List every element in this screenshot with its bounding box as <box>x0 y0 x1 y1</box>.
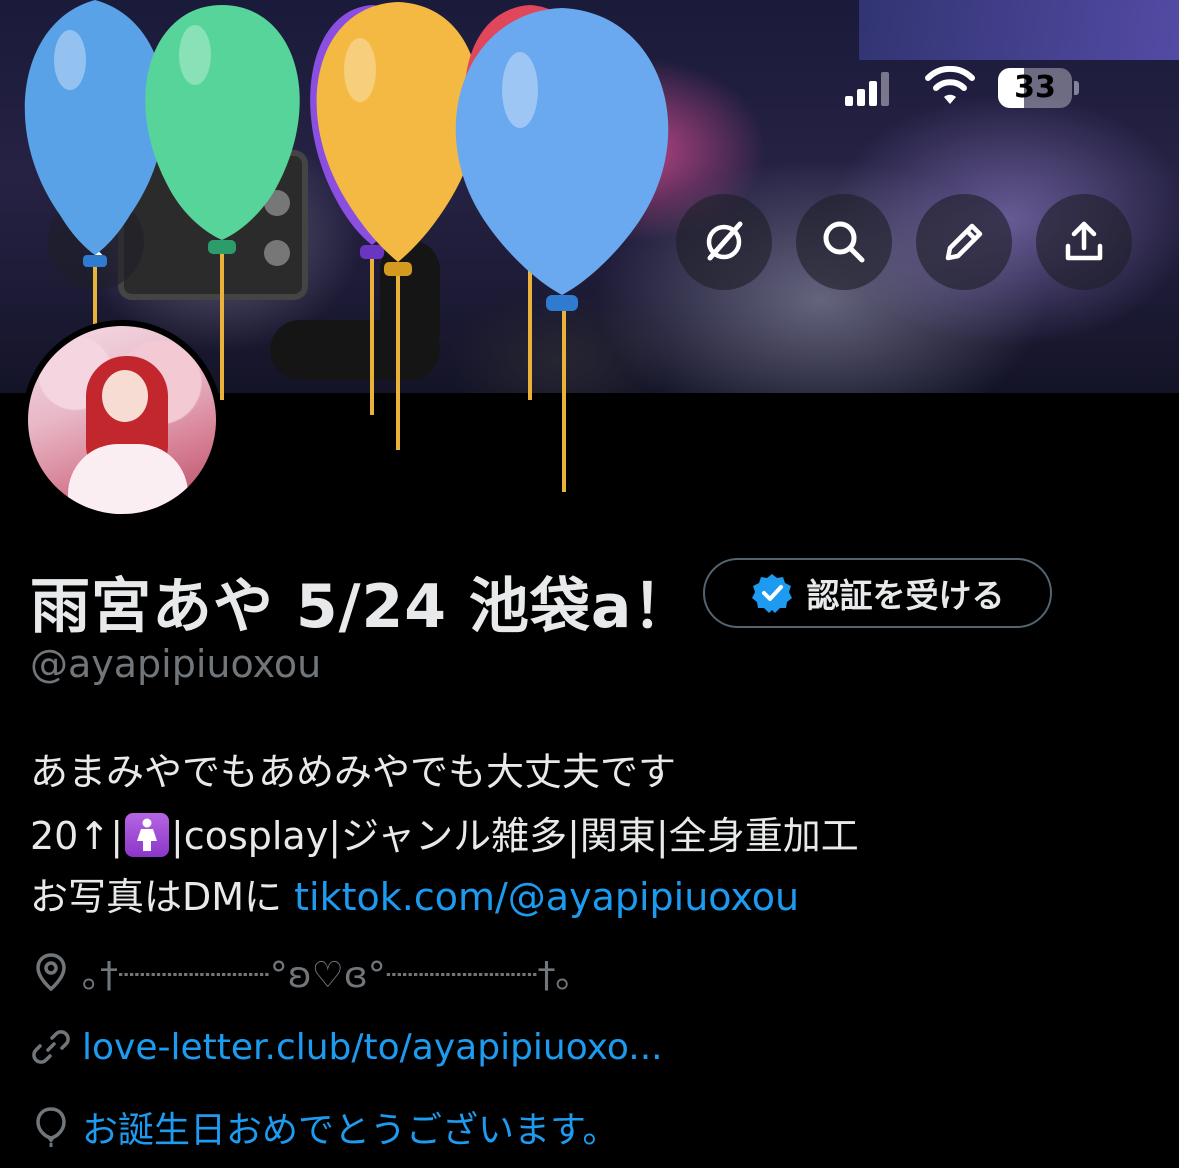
battery-level: 33 <box>1014 70 1056 105</box>
share-button[interactable] <box>1036 194 1132 290</box>
verified-badge-icon <box>751 574 792 613</box>
bio-line-3-prefix: お写真はDMに <box>30 875 295 919</box>
retro-tv <box>118 150 308 300</box>
get-verified-button[interactable]: 認証を受ける <box>703 558 1052 628</box>
neon-sign <box>859 0 1179 60</box>
search-icon <box>823 221 865 263</box>
user-handle: @ayapipiuoxou <box>30 642 322 686</box>
boot <box>380 240 440 360</box>
back-button[interactable] <box>48 194 144 290</box>
bio-line-2-suffix: |cosplay|ジャンル雑多|関東|全身重加工 <box>171 814 859 858</box>
bio-line-3: お写真はDMに tiktok.com/@ayapipiuoxou <box>30 866 799 921</box>
bio-line-2: 20↑| |cosplay|ジャンル雑多|関東|全身重加工 <box>30 805 859 860</box>
bio-tiktok-link[interactable]: tiktok.com/@ayapipiuoxou <box>294 875 799 919</box>
birthday-text[interactable]: お誕生日おめでとうございます。 <box>82 1101 618 1153</box>
search-button[interactable] <box>796 194 892 290</box>
edit-icon <box>945 223 983 261</box>
wifi-icon <box>925 66 975 104</box>
bio-line-1: あまみやでもあめみやでも大丈夫です <box>30 750 677 794</box>
birthday-row: お誕生日おめでとうございます。 <box>30 1101 618 1153</box>
website-link[interactable]: love-letter.club/to/ayapipiuoxo... <box>82 1027 663 1068</box>
grok-button[interactable] <box>676 194 772 290</box>
website-row[interactable]: love-letter.club/to/ayapipiuoxo... <box>30 1026 663 1068</box>
profile-banner[interactable] <box>0 0 1179 393</box>
bio-line-2-prefix: 20↑| <box>30 814 123 858</box>
edit-button[interactable] <box>916 194 1012 290</box>
display-name: 雨宮あや 5/24 池袋a！ <box>30 572 694 642</box>
location-row: ｡†┈┈┈┈┈┈┈°ʚ♡ɞ°┈┈┈┈┈┈┈†｡ <box>30 946 574 998</box>
balloon-icon <box>36 1107 66 1147</box>
grok-icon <box>706 221 743 261</box>
woman-symbol-emoji-icon <box>125 813 169 857</box>
share-icon <box>1065 221 1103 261</box>
signal-icon <box>845 72 889 106</box>
status-time: 0:05 <box>133 62 247 113</box>
location-text: ｡†┈┈┈┈┈┈┈°ʚ♡ɞ°┈┈┈┈┈┈┈†｡ <box>82 955 574 996</box>
link-icon <box>32 1030 70 1064</box>
profile-avatar[interactable] <box>22 320 222 520</box>
get-verified-label: 認証を受ける <box>806 576 1005 615</box>
back-arrow-icon <box>83 225 103 259</box>
battery-icon: 33 <box>998 68 1080 108</box>
bell-slash-icon <box>257 71 289 105</box>
location-pin-icon <box>36 953 66 992</box>
